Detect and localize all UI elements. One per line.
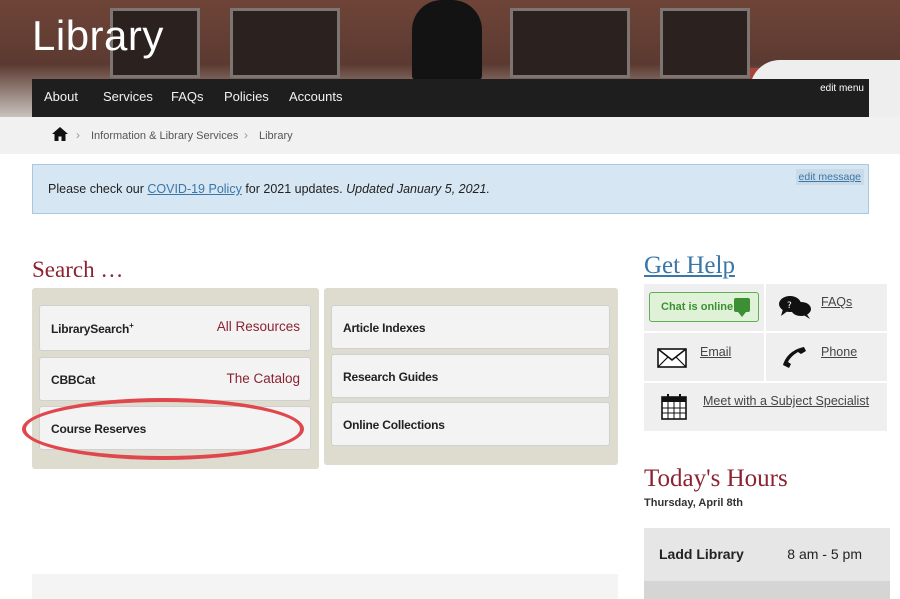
content-strip <box>32 574 618 599</box>
faqs-link[interactable]: FAQs <box>821 295 852 309</box>
article-indexes-button[interactable]: Article Indexes <box>331 305 610 349</box>
email-link[interactable]: Email <box>700 345 731 359</box>
todays-hours-heading: Today's Hours <box>644 465 788 492</box>
search-heading: Search … <box>32 257 124 282</box>
hero-window <box>230 8 340 78</box>
notice-updated: Updated January 5, 2021. <box>346 182 490 196</box>
svg-text:?: ? <box>787 301 792 311</box>
edit-message-link[interactable]: edit message <box>795 169 864 185</box>
button-label: CBBCat <box>51 373 96 387</box>
help-grid: Chat is online ? FAQs Email Phone Meet w… <box>644 284 887 431</box>
hero-window <box>510 8 630 78</box>
nav-item-services[interactable]: Services <box>103 89 153 104</box>
button-label: LibrarySearch+ <box>51 321 134 336</box>
hours-row-next <box>644 581 890 599</box>
notice-message: Please check our COVID-19 Policy for 202… <box>48 182 490 196</box>
envelope-icon <box>657 348 687 368</box>
help-cell-phone: Phone <box>766 333 887 381</box>
breadcrumb: › Information & Library Services › Libra… <box>0 117 900 154</box>
highlight-annotation <box>22 398 304 460</box>
edit-menu-link[interactable]: edit menu <box>818 82 866 95</box>
chat-button[interactable]: Chat is online <box>649 292 759 322</box>
get-help-heading[interactable]: Get Help <box>644 252 735 280</box>
research-guides-button[interactable]: Research Guides <box>331 354 610 398</box>
chevron-right-icon: › <box>244 128 248 142</box>
home-icon[interactable] <box>52 127 68 141</box>
breadcrumb-item-library[interactable]: Library <box>259 130 293 142</box>
chevron-right-icon: › <box>76 128 80 142</box>
librarysearch-button[interactable]: LibrarySearch+ All Resources <box>39 305 311 351</box>
breadcrumb-item-ils[interactable]: Information & Library Services <box>91 130 238 142</box>
site-title[interactable]: Library <box>32 12 164 60</box>
nav-item-accounts[interactable]: Accounts <box>289 89 342 104</box>
help-cell-meet: Meet with a Subject Specialist <box>644 383 887 431</box>
covid-policy-link[interactable]: COVID-19 Policy <box>147 182 241 196</box>
hours-time: 8 am - 5 pm <box>787 546 862 562</box>
hours-date: Thursday, April 8th <box>644 497 744 509</box>
button-tag: All Resources <box>216 319 300 334</box>
main-nav: About Services FAQs Policies Accounts ed… <box>32 79 869 117</box>
calendar-icon <box>661 394 687 420</box>
search-panel-right: Article Indexes Research Guides Online C… <box>324 288 618 465</box>
button-tag: The Catalog <box>226 371 300 386</box>
help-cell-chat: Chat is online <box>644 284 764 331</box>
hero-statue <box>412 0 482 80</box>
hours-location: Ladd Library <box>659 546 744 562</box>
speech-bubbles-icon: ? <box>779 296 811 319</box>
button-label: Online Collections <box>343 418 445 432</box>
notice-prefix: Please check our <box>48 182 148 196</box>
nav-item-faqs[interactable]: FAQs <box>171 89 204 104</box>
phone-link[interactable]: Phone <box>821 345 857 359</box>
phone-icon <box>783 347 806 368</box>
button-label: Article Indexes <box>343 321 426 335</box>
chat-label: Chat is online <box>661 301 734 313</box>
nav-item-about[interactable]: About <box>44 89 78 104</box>
chat-bubble-icon <box>734 298 750 317</box>
meet-specialist-link[interactable]: Meet with a Subject Specialist <box>703 394 869 408</box>
cbbcat-button[interactable]: CBBCat The Catalog <box>39 357 311 401</box>
button-label: Research Guides <box>343 370 439 384</box>
hours-row-ladd: Ladd Library 8 am - 5 pm <box>644 528 890 581</box>
hero-window <box>660 8 750 78</box>
covid-notice: Please check our COVID-19 Policy for 202… <box>32 164 869 214</box>
nav-item-policies[interactable]: Policies <box>224 89 269 104</box>
help-cell-faqs: ? FAQs <box>766 284 887 331</box>
notice-middle: for 2021 updates. <box>241 182 347 196</box>
help-cell-email: Email <box>644 333 764 381</box>
online-collections-button[interactable]: Online Collections <box>331 402 610 446</box>
